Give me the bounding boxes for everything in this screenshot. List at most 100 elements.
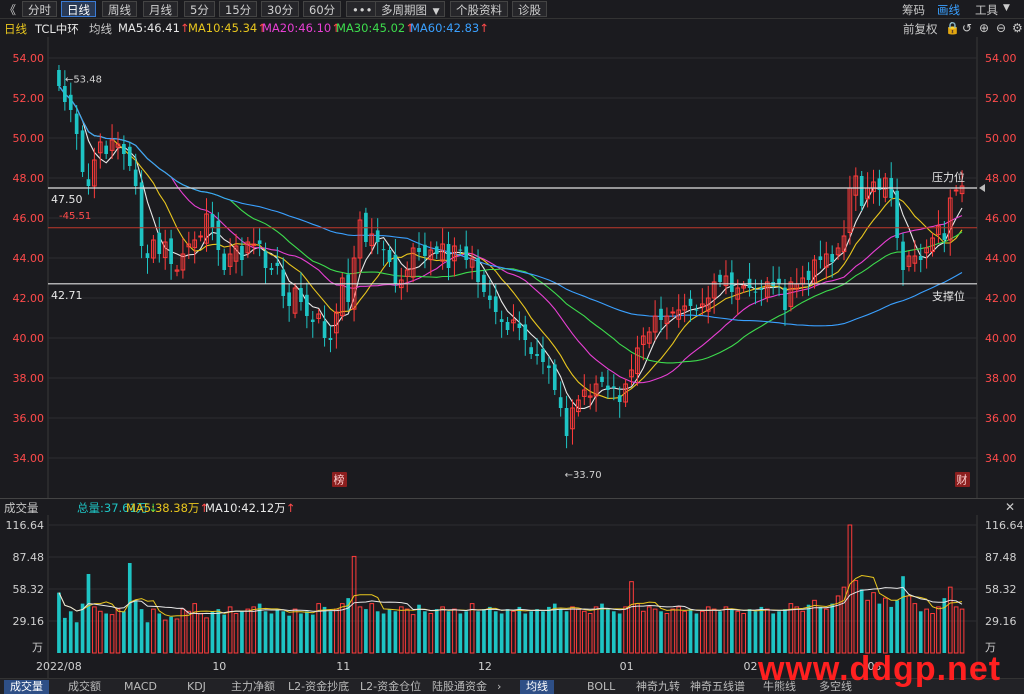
tools-button[interactable]: 工具	[975, 2, 998, 18]
volume-bar-up	[410, 614, 416, 654]
tabs-scroll-right-icon[interactable]: ›	[497, 680, 501, 694]
more-button[interactable]: •••	[346, 1, 379, 17]
candle-body-down	[942, 233, 947, 240]
stock-name: TCL中环	[35, 22, 79, 36]
resistance-label: 压力位	[932, 170, 965, 184]
diagnose-button[interactable]: 诊股	[512, 1, 547, 17]
volume-bar-down	[139, 609, 144, 653]
volume-bar-up	[440, 606, 445, 654]
tab-30min[interactable]: 30分	[261, 1, 300, 17]
tab-l2-position[interactable]: L2-资金仓位	[360, 680, 421, 694]
candle-body-down	[458, 249, 463, 251]
settings-icon[interactable]: ⚙	[1012, 21, 1023, 35]
event-marker-left: 榜	[334, 473, 345, 487]
tab-15min[interactable]: 15分	[219, 1, 258, 17]
volume-bar-up	[652, 608, 658, 654]
candle-body-down	[730, 272, 734, 292]
candle-body-down	[423, 244, 427, 256]
candle-body-down	[617, 395, 622, 402]
volume-bar-down	[269, 613, 274, 653]
candle-body-down	[499, 319, 504, 322]
tab-weekly[interactable]: 周线	[102, 1, 137, 17]
volume-bar-up	[251, 606, 257, 654]
tab-minute[interactable]: 分时	[22, 1, 57, 17]
candle-body-down	[493, 296, 498, 312]
adjust-button[interactable]: 前复权	[903, 21, 938, 37]
price-tick-right: 42.00	[985, 292, 1017, 305]
volume-bar-down	[375, 611, 380, 653]
vol-tick-left: 87.48	[13, 551, 45, 564]
chips-button[interactable]: 筹码	[902, 2, 925, 18]
price-tick-left: 38.00	[13, 372, 45, 385]
candle-body-down	[240, 246, 244, 260]
caret-down-icon: ▼	[432, 7, 440, 17]
candle-body-down	[145, 253, 150, 258]
tab-main-net[interactable]: 主力净额	[231, 680, 275, 694]
volume-bar-up	[245, 608, 251, 654]
candle-body-down	[806, 270, 811, 280]
candle-body-down	[287, 292, 291, 306]
price-tick-right: 46.00	[985, 212, 1017, 225]
event-marker-right: 财	[957, 473, 968, 487]
lock-icon[interactable]: 🔒	[945, 21, 960, 35]
volume-bar-down	[240, 611, 244, 653]
price-tick-right: 54.00	[985, 52, 1017, 65]
tab-monthly[interactable]: 月线	[143, 1, 178, 17]
back-icon[interactable]: 《	[4, 1, 16, 18]
volume-bar-up	[587, 612, 593, 654]
tab-boll[interactable]: BOLL	[587, 680, 615, 694]
zoom-out-icon[interactable]: ⊖	[996, 21, 1006, 35]
tab-ma[interactable]: 均线	[520, 680, 554, 694]
tab-l2-bottom[interactable]: L2-资金抄底	[288, 680, 349, 694]
price-tick-left: 48.00	[13, 172, 45, 185]
volume-bar-down	[393, 611, 398, 653]
candle-body-down	[269, 268, 274, 270]
candle-body-down	[68, 94, 73, 110]
volume-bar-down	[659, 611, 663, 653]
volume-bar-down	[564, 611, 569, 653]
volume-bar-down	[423, 611, 427, 653]
tab-volume[interactable]: 成交量	[4, 680, 49, 694]
price-tick-right: 44.00	[985, 252, 1017, 265]
volume-bar-up	[800, 610, 806, 654]
volume-bar-up	[959, 608, 965, 654]
ma5-value: MA5:46.41↑	[118, 21, 190, 35]
vol-tick-left: 116.64	[6, 519, 45, 532]
volume-bar-up	[581, 610, 587, 654]
candle-body-down	[446, 244, 451, 268]
zoom-in-icon[interactable]: ⊕	[979, 21, 989, 35]
multi-period-label: 多周期图	[381, 3, 427, 17]
volume-bar-up	[646, 606, 652, 654]
volume-bar-down	[417, 604, 421, 653]
tab-turnover[interactable]: 成交额	[68, 680, 101, 694]
vol-tick-left: 58.32	[13, 583, 45, 596]
tab-daily[interactable]: 日线	[61, 1, 96, 17]
volume-bar-up	[823, 608, 829, 654]
undo-icon[interactable]: ↺	[962, 21, 972, 35]
tab-kdj[interactable]: KDJ	[187, 680, 206, 694]
close-icon[interactable]: ✕	[1005, 500, 1015, 514]
volume-bar-down	[68, 611, 73, 653]
period-label: 日线	[4, 22, 27, 36]
tab-5min[interactable]: 5分	[184, 1, 215, 17]
candlestick-chart[interactable]: 54.00 54.00 52.00 52.00 50.00 50.00 48.00 48.00…	[0, 37, 1024, 498]
candle-body-down	[694, 309, 699, 311]
support-label: 支撑位	[932, 289, 965, 303]
tab-macd[interactable]: MACD	[124, 680, 157, 694]
ma30-line	[58, 85, 963, 364]
stock-profile-button[interactable]: 个股资料	[450, 1, 508, 17]
tab-td9[interactable]: 神奇九转	[636, 680, 680, 694]
price-tick-left: 50.00	[13, 132, 45, 145]
volume-bar-up	[192, 603, 198, 654]
candle-body-down	[310, 319, 315, 322]
tab-northbound[interactable]: 陆股通资金	[432, 680, 487, 694]
candle-body-down	[393, 254, 398, 284]
volume-bar-down	[730, 609, 734, 653]
candle-body-down	[275, 262, 280, 266]
tab-60min[interactable]: 60分	[303, 1, 342, 17]
multi-period-dropdown[interactable]: 多周期图 ▼	[375, 1, 445, 17]
tab-five-lines[interactable]: 神奇五线谱	[690, 680, 745, 694]
volume-bar-down	[606, 609, 610, 653]
draw-line-button[interactable]: 画线	[937, 2, 960, 18]
tools-caret-icon[interactable]: ▼	[1003, 3, 1010, 13]
